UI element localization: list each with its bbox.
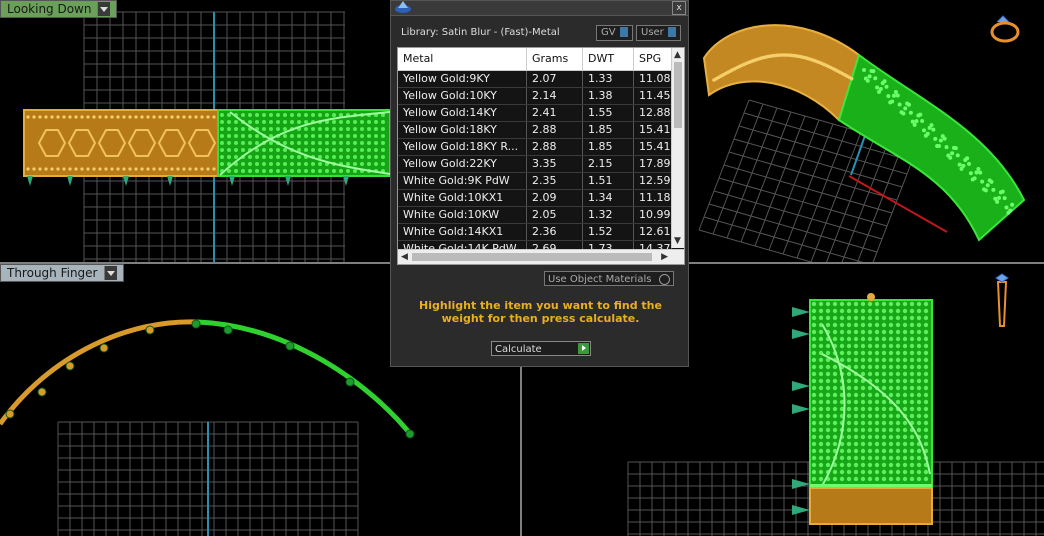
spg-cell: 11.45 xyxy=(634,88,672,104)
use-object-materials-toggle[interactable]: Use Object Materials xyxy=(544,271,674,286)
table-row[interactable]: White Gold:10KX1 2.09 1.34 11.18 xyxy=(398,190,684,207)
metal-cell: Yellow Gold:9KY xyxy=(398,71,527,87)
finger-orientation-icon xyxy=(995,273,1009,327)
looking-down-scene xyxy=(23,11,390,262)
col-dwt[interactable]: DWT xyxy=(583,48,634,70)
grams-cell: 3.35 xyxy=(527,156,583,172)
col-metal[interactable]: Metal xyxy=(398,48,527,70)
gv-label: GV xyxy=(601,27,616,38)
dwt-cell: 1.85 xyxy=(583,139,634,155)
table-row[interactable]: Yellow Gold:18KY 2.88 1.85 15.41 xyxy=(398,122,684,139)
dwt-cell: 1.33 xyxy=(583,71,634,87)
perspective-scene xyxy=(698,15,1026,262)
metal-cell: White Gold:10KW xyxy=(398,207,527,223)
metal-cell: Yellow Gold:10KY xyxy=(398,88,527,104)
viewport-looking-down[interactable]: Looking Down xyxy=(0,0,390,262)
grams-cell: 2.05 xyxy=(527,207,583,223)
table-row[interactable]: White Gold:14KX1 2.36 1.52 12.61 xyxy=(398,224,684,241)
metal-cell: Yellow Gold:18KY xyxy=(398,122,527,138)
grams-cell: 2.88 xyxy=(527,122,583,138)
col-grams[interactable]: Grams xyxy=(527,48,583,70)
user-label: User xyxy=(641,27,664,38)
table-row[interactable]: Yellow Gold:14KY 2.41 1.55 12.88 xyxy=(398,105,684,122)
spg-cell: 12.61 xyxy=(634,224,672,240)
dwt-cell: 1.51 xyxy=(583,173,634,189)
use-object-materials-label: Use Object Materials xyxy=(548,274,652,285)
dwt-cell: 1.34 xyxy=(583,190,634,206)
spg-cell: 15.41 xyxy=(634,139,672,155)
grams-cell: 2.35 xyxy=(527,173,583,189)
calculate-label: Calculate xyxy=(495,344,542,355)
dwt-cell: 1.85 xyxy=(583,122,634,138)
metal-weight-panel: x Library: Satin Blur - (Fast)-Metal GV … xyxy=(390,0,689,367)
grams-cell: 2.41 xyxy=(527,105,583,121)
toggle-indicator xyxy=(667,27,676,37)
dwt-cell: 1.55 xyxy=(583,105,634,121)
grams-cell: 2.07 xyxy=(527,71,583,87)
grams-cell: 2.36 xyxy=(527,224,583,240)
dwt-cell: 2.15 xyxy=(583,156,634,172)
calculate-button[interactable]: Calculate xyxy=(491,341,591,356)
library-label: Library: Satin Blur - (Fast)-Metal xyxy=(401,27,560,38)
viewport-label-looking-down[interactable]: Looking Down xyxy=(0,0,118,18)
table-row[interactable]: Yellow Gold:9KY 2.07 1.33 11.08 xyxy=(398,71,684,88)
dwt-cell: 1.38 xyxy=(583,88,634,104)
metal-cell: White Gold:14KX1 xyxy=(398,224,527,240)
table-row[interactable]: White Gold:9K PdW 2.35 1.51 12.59 xyxy=(398,173,684,190)
viewport-title: Looking Down xyxy=(7,2,92,16)
viewport-perspective[interactable] xyxy=(689,0,1044,262)
scroll-right-icon[interactable]: ▶ xyxy=(661,252,668,262)
metal-cell: Yellow Gold:18KY R... xyxy=(398,139,527,155)
dwt-cell: 1.52 xyxy=(583,224,634,240)
spg-cell: 17.89 xyxy=(634,156,672,172)
table-row[interactable]: Yellow Gold:10KY 2.14 1.38 11.45 xyxy=(398,88,684,105)
ring-orientation-icon xyxy=(990,15,1020,43)
metal-cell: White Gold:10KX1 xyxy=(398,190,527,206)
spg-cell: 15.41 xyxy=(634,122,672,138)
panel-titlebar: x xyxy=(391,1,688,16)
horizontal-scrollbar[interactable]: ◀ ▶ xyxy=(398,249,684,264)
green-profile xyxy=(197,319,414,438)
metal-cell: White Gold:9K PdW xyxy=(398,173,527,189)
grams-cell: 2.88 xyxy=(527,139,583,155)
chevron-down-icon[interactable] xyxy=(97,2,111,16)
viewport-title: Through Finger xyxy=(7,266,98,280)
metal-cell: Yellow Gold:14KY xyxy=(398,105,527,121)
spg-cell: 11.18 xyxy=(634,190,672,206)
instruction-text: Highlight the item you want to find the … xyxy=(419,299,662,325)
gv-toggle[interactable]: GV xyxy=(596,25,633,41)
gold-side-base xyxy=(809,487,933,525)
spg-cell: 11.08 xyxy=(634,71,672,87)
spg-cell: 12.59 xyxy=(634,173,672,189)
table-row[interactable]: Yellow Gold:22KY 3.35 2.15 17.89 xyxy=(398,156,684,173)
vertical-scrollbar[interactable]: ▲ ▼ xyxy=(671,48,684,248)
viewport-label-through-finger[interactable]: Through Finger xyxy=(0,264,124,282)
grams-cell: 2.09 xyxy=(527,190,583,206)
radio-icon[interactable] xyxy=(659,274,670,285)
play-icon[interactable] xyxy=(578,343,589,354)
toggle-indicator xyxy=(619,27,628,37)
spg-cell: 12.88 xyxy=(634,105,672,121)
user-toggle[interactable]: User xyxy=(636,25,681,41)
scroll-thumb[interactable] xyxy=(412,253,652,261)
spg-cell: 10.99 xyxy=(634,207,672,223)
green-arc-segment xyxy=(837,53,1026,242)
scroll-up-icon[interactable]: ▲ xyxy=(674,50,681,60)
scroll-left-icon[interactable]: ◀ xyxy=(401,252,408,262)
close-button[interactable]: x xyxy=(672,1,686,15)
gold-profile xyxy=(0,319,199,426)
table-header: Metal Grams DWT SPG xyxy=(398,48,684,71)
col-spg[interactable]: SPG xyxy=(634,48,672,70)
app-logo-icon xyxy=(395,1,411,13)
chevron-down-icon[interactable] xyxy=(103,266,117,280)
metal-cell: Yellow Gold:22KY xyxy=(398,156,527,172)
scroll-down-icon[interactable]: ▼ xyxy=(674,236,681,246)
table-row[interactable]: Yellow Gold:18KY R... 2.88 1.85 15.41 xyxy=(398,139,684,156)
table-row[interactable]: White Gold:10KW 2.05 1.32 10.99 xyxy=(398,207,684,224)
grams-cell: 2.14 xyxy=(527,88,583,104)
dwt-cell: 1.32 xyxy=(583,207,634,223)
scroll-thumb[interactable] xyxy=(674,62,682,128)
metal-table[interactable]: Metal Grams DWT SPG Yellow Gold:9KY 2.07 1… xyxy=(397,47,685,265)
